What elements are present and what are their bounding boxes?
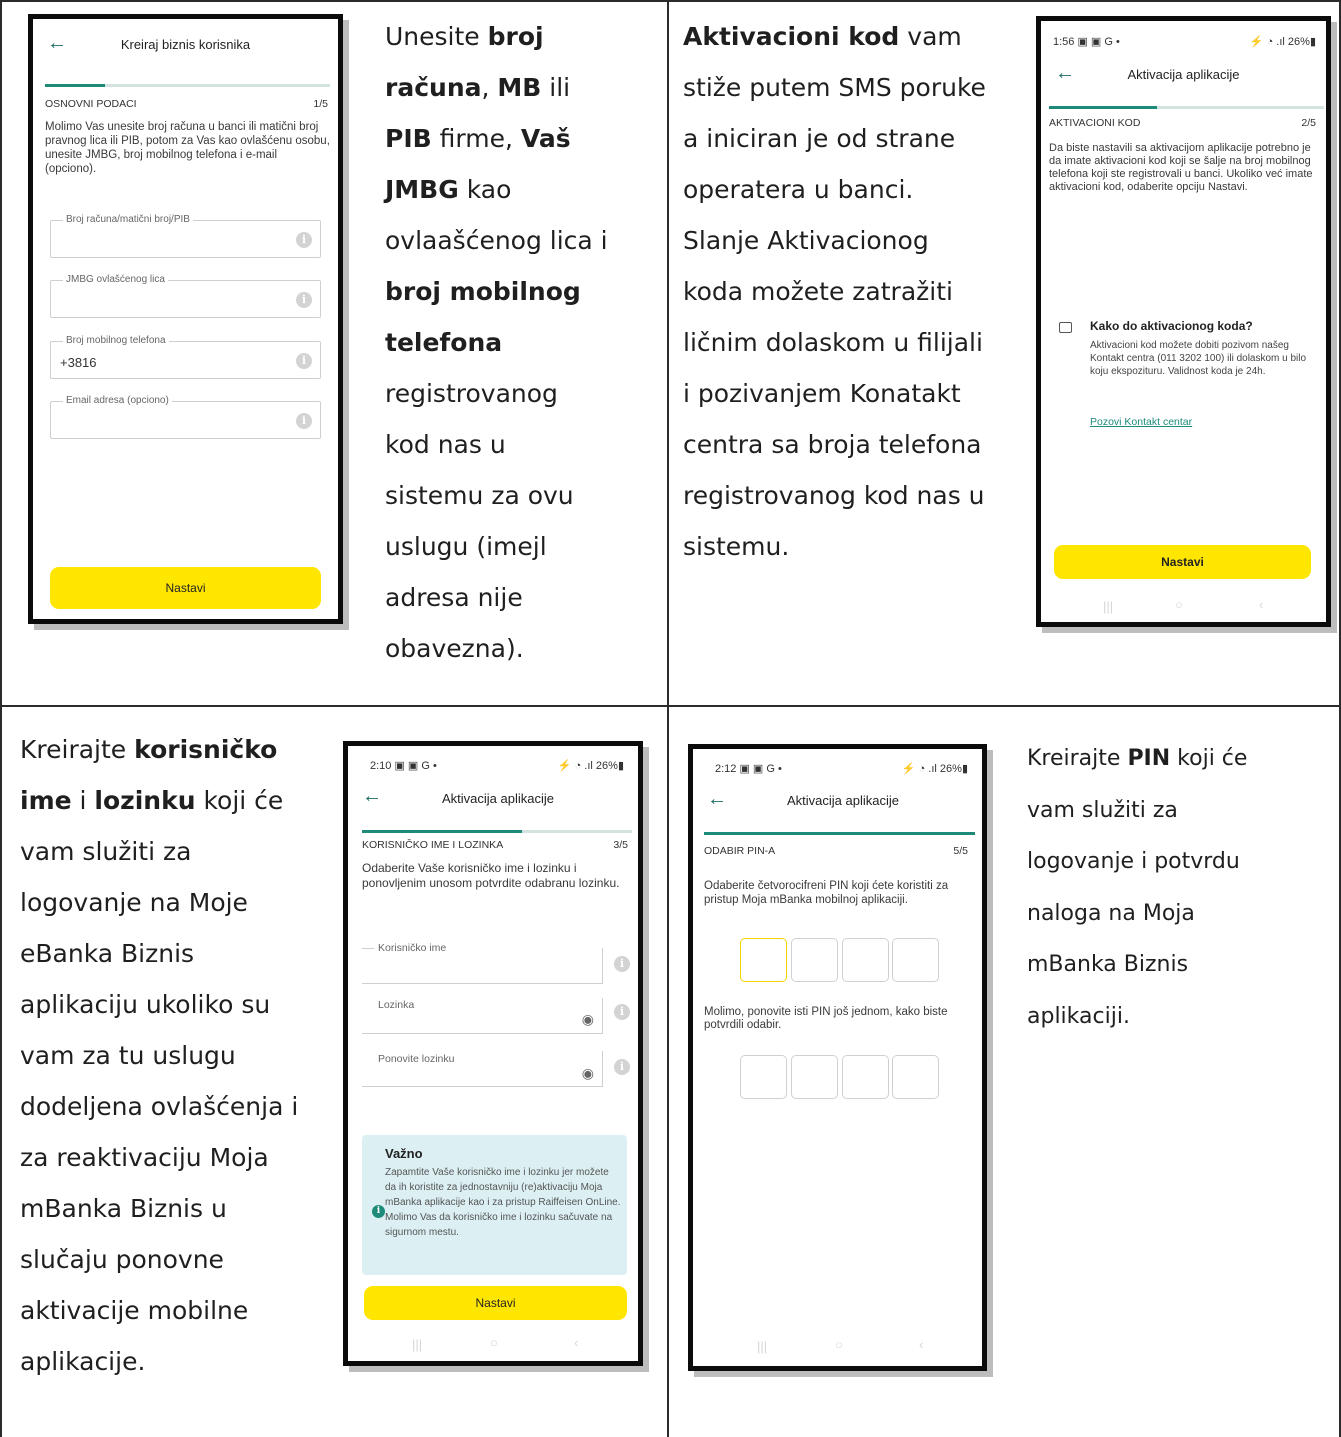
account-field-label: Broj računa/matični broj/PIB [63,214,193,226]
continue-button[interactable]: Nastavi [364,1286,627,1320]
table-border-top [0,0,1341,2]
status-bar-time: 2:12 ▣ ▣ G • [715,763,782,775]
screen-title: Aktivacija aplikacije [1127,67,1240,82]
username-field-edge [602,948,603,984]
mobile-phone-field[interactable]: Broj mobilnog telefona +3816 i [50,335,321,379]
nav-back-icon[interactable]: ‹ [919,1337,923,1352]
status-bar-icons: ⚡ ◔ .ıl 26%▮ [557,760,624,772]
nav-back-icon[interactable]: ‹ [574,1335,578,1350]
message-icon [1059,322,1072,333]
screen-title: Aktivacija aplikacije [442,791,554,806]
phone-screenshot-pin: 2:12 ▣ ▣ G • ⚡ ◔ .ıl 26%▮ ← Aktivacija a… [688,744,987,1371]
section-label: KORISNIČKO IME I LOZINKA [362,839,504,851]
step-4-description: Kreirajte PIN koji će vam služiti za log… [1027,746,1248,1029]
pin-repeat-digit-4[interactable] [892,1055,939,1099]
pin-repeat-digit-2[interactable] [791,1055,838,1099]
info-icon[interactable]: i [296,232,312,248]
pin-digit-3[interactable] [842,938,889,982]
account-field[interactable]: Broj računa/matični broj/PIB i [50,214,321,258]
instructions-text: Odaberite Vaše korisničko ime i lozinku … [362,861,620,890]
repeat-password-field-label: Ponovite lozinku [378,1053,455,1065]
phone-screenshot-activation-code: 1:56 ▣ ▣ G • ⚡ ◔ .ıl 26%▮ ← Aktivacija a… [1036,16,1331,627]
nav-back-icon[interactable]: ‹ [1259,597,1263,612]
step-indicator: 1/5 [313,98,328,110]
info-icon[interactable]: i [296,292,312,308]
pin-digit-1[interactable] [740,938,787,982]
password-field[interactable]: Lozinka ◉ [362,998,602,1034]
section-label: OSNOVNI PODACI [45,98,137,110]
mobile-phone-value: +3816 [60,355,97,370]
show-password-eye-icon[interactable]: ◉ [582,1065,594,1082]
pin-repeat-instructions: Molimo, ponovite isti PIN još jednom, ka… [704,1006,948,1031]
repeat-password-field-edge [602,1051,603,1087]
password-field-edge [602,998,603,1034]
important-note-box: i Važno Zapamtite Vaše korisničko ime i … [362,1135,627,1275]
step-1-description: Unesite broj računa, MB ili PIB firme, V… [385,22,608,663]
pin-repeat-digit-3[interactable] [842,1055,889,1099]
nav-home-icon[interactable]: ○ [1175,597,1183,612]
info-icon[interactable]: i [614,1059,630,1075]
section-label: ODABIR PIN-A [704,845,776,857]
nav-recent-icon[interactable]: ||| [1103,599,1113,614]
step-indicator: 5/5 [953,845,968,857]
show-password-eye-icon[interactable]: ◉ [582,1011,594,1028]
info-icon[interactable]: i [614,956,630,972]
screen-title: Kreiraj biznis korisnika [120,37,251,52]
info-filled-icon: i [372,1205,385,1218]
instructions-text: Molimo Vas unesite broj računa u banci i… [45,121,330,175]
note-text: Zapamtite Vaše korisničko ime i lozinku … [385,1167,621,1238]
continue-button[interactable]: Nastavi [50,567,321,609]
help-title: Kako do aktivacionog koda? [1090,319,1253,333]
info-icon[interactable]: i [296,353,312,369]
step-indicator: 3/5 [613,839,628,851]
nav-recent-icon[interactable]: ||| [757,1339,767,1354]
status-bar-icons: ⚡ ◔ .ıl 26%▮ [1249,36,1316,48]
instructions-text: Da biste nastavili sa aktivacijom aplika… [1049,142,1313,193]
call-contact-center-link[interactable]: Pozovi Kontakt centar [1090,416,1192,428]
nav-recent-icon[interactable]: ||| [412,1337,422,1352]
info-icon[interactable]: i [296,413,312,429]
section-label: AKTIVACIONI KOD [1049,117,1141,129]
username-field[interactable]: Korisničko ime [362,942,602,984]
pin-repeat-digit-1[interactable] [740,1055,787,1099]
repeat-password-field[interactable]: Ponovite lozinku ◉ [362,1051,602,1087]
pin-digit-4[interactable] [892,938,939,982]
table-divider-vertical [667,0,669,1437]
status-bar-time: 1:56 ▣ ▣ G • [1053,36,1120,48]
pin-instructions: Odaberite četvorocifreni PIN koji ćete k… [704,880,949,906]
progress-bar [362,830,632,833]
phone-screenshot-create-user: ← Kreiraj biznis korisnika OSNOVNI PODAC… [28,14,343,624]
status-bar-time: 2:10 ▣ ▣ G • [370,760,437,772]
table-divider-horizontal [0,705,1341,707]
step-indicator: 2/5 [1301,117,1316,129]
status-bar-icons: ⚡ ◔ .ıl 26%▮ [901,763,968,775]
nav-home-icon[interactable]: ○ [490,1335,498,1350]
username-divider [362,948,374,949]
progress-bar [704,832,975,835]
jmbg-field[interactable]: JMBG ovlašćenog lica i [50,274,321,318]
username-field-label: Korisničko ime [378,942,447,954]
step-3-description: Kreirajte korisničko ime i lozinku koji … [20,735,299,1376]
continue-button[interactable]: Nastavi [1054,545,1311,579]
screen-title: Aktivacija aplikacije [787,793,899,808]
phone-screenshot-username-password: 2:10 ▣ ▣ G • ⚡ ◔ .ıl 26%▮ ← Aktivacija a… [343,741,643,1366]
info-icon[interactable]: i [614,1004,630,1020]
progress-bar [45,84,330,87]
progress-bar [1049,106,1324,109]
table-border-left [0,0,2,1437]
nav-home-icon[interactable]: ○ [835,1337,843,1352]
email-field[interactable]: Email adresa (opciono) i [50,395,321,439]
note-title: Važno [385,1146,423,1161]
mobile-phone-field-label: Broj mobilnog telefona [63,335,169,347]
help-text: Aktivacioni kod možete dobiti pozivom na… [1090,340,1307,377]
email-field-label: Email adresa (opciono) [63,395,172,407]
password-field-label: Lozinka [378,999,415,1011]
jmbg-field-label: JMBG ovlašćenog lica [63,274,168,286]
pin-digit-2[interactable] [791,938,838,982]
step-2-description: Aktivacioni kod vam stiže putem SMS poru… [683,22,986,561]
